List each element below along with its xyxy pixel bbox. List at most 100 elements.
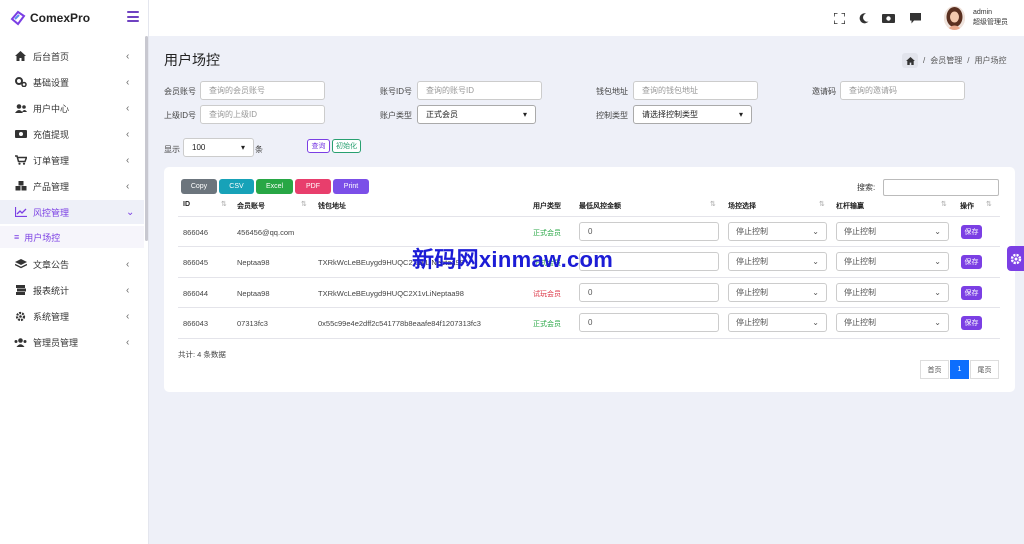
sidebar-item-reports[interactable]: 报表统计 ‹ xyxy=(0,278,144,302)
excel-button[interactable]: Excel xyxy=(256,179,293,194)
sidebar-item-user-center[interactable]: 用户中心 ‹ xyxy=(0,96,144,120)
control-select[interactable]: 停止控制 ⌄ xyxy=(728,252,827,271)
save-button[interactable]: 保存 xyxy=(961,316,982,330)
sidebar-subitem-user-control[interactable]: ≡ 用户场控 xyxy=(0,226,144,248)
column-header-id[interactable]: ID xyxy=(183,201,190,208)
cell-account: 456456@qq.com xyxy=(237,228,295,237)
cogs-icon xyxy=(14,76,27,88)
sidebar-item-products[interactable]: 产品管理 ‹ xyxy=(0,174,144,198)
chevron-down-icon: ⌄ xyxy=(812,227,819,236)
invite-code-input[interactable] xyxy=(840,81,965,100)
column-header-control[interactable]: 场控选择 xyxy=(728,201,756,211)
sidebar-item-system[interactable]: 系统管理 ‹ xyxy=(0,304,144,328)
chevron-down-icon: ⌄ xyxy=(812,318,819,327)
parent-id-input[interactable] xyxy=(200,105,325,124)
csv-button[interactable]: CSV xyxy=(219,179,254,194)
column-header-account[interactable]: 会员账号 xyxy=(237,201,265,211)
column-header-user-type[interactable]: 用户类型 xyxy=(533,201,561,211)
money-icon[interactable] xyxy=(882,12,895,24)
sidebar-item-label: 用户中心 xyxy=(33,103,70,114)
account-type-select[interactable]: 正式会员 ▾ xyxy=(417,105,536,124)
pager-current[interactable]: 1 xyxy=(950,360,969,379)
app-logo[interactable]: ComexPro xyxy=(10,9,90,27)
control-select[interactable]: 停止控制 ⌄ xyxy=(728,283,827,302)
avatar[interactable] xyxy=(944,6,965,30)
sidebar-item-risk-control[interactable]: 风控管理 ⌄ xyxy=(0,200,144,224)
table-search-input[interactable] xyxy=(883,179,999,196)
sidebar-item-label: 报表统计 xyxy=(33,285,70,296)
copy-button[interactable]: Copy xyxy=(181,179,217,194)
settings-float-button[interactable] xyxy=(1007,246,1024,271)
sidebar-item-basic-settings[interactable]: 基础设置 ‹ xyxy=(0,70,144,94)
column-header-min-amount[interactable]: 最低风控金额 xyxy=(579,201,621,211)
chevron-left-icon: ‹ xyxy=(126,154,130,166)
query-button[interactable]: 查询 xyxy=(307,139,330,153)
sort-icon[interactable]: ⇅ xyxy=(221,200,227,208)
dark-mode-icon[interactable] xyxy=(857,12,870,24)
save-button[interactable]: 保存 xyxy=(961,225,982,239)
control-type-select[interactable]: 请选择控制类型 ▾ xyxy=(633,105,752,124)
message-icon[interactable] xyxy=(909,12,922,24)
breadcrumb-separator: / xyxy=(967,56,970,65)
sidebar-item-label: 系统管理 xyxy=(33,311,70,322)
leverage-select[interactable]: 停止控制 ⌄ xyxy=(836,222,949,241)
control-type-value: 请选择控制类型 xyxy=(642,110,698,119)
min-amount-input[interactable]: 0 xyxy=(579,222,719,241)
chevron-left-icon: ‹ xyxy=(126,180,130,192)
column-header-wallet[interactable]: 钱包地址 xyxy=(318,201,346,211)
home-icon xyxy=(14,50,27,62)
account-id-input[interactable] xyxy=(417,81,542,100)
chevron-down-icon: ⌄ xyxy=(812,288,819,297)
sidebar-item-orders[interactable]: 订单管理 ‹ xyxy=(0,148,144,172)
page-size-value: 100 xyxy=(192,143,206,152)
sort-icon[interactable]: ⇅ xyxy=(710,200,716,208)
cell-user-type: 试玩会员 xyxy=(533,291,561,298)
cell-id: 866043 xyxy=(183,319,209,328)
user-group-icon xyxy=(14,336,27,348)
sort-icon[interactable]: ⇅ xyxy=(986,200,992,208)
fullscreen-icon[interactable] xyxy=(833,12,846,24)
sidebar-scrollbar[interactable] xyxy=(145,36,148,241)
chevron-down-icon: ⌄ xyxy=(934,227,941,236)
parent-id-label: 上级ID号 xyxy=(164,111,196,120)
watermark: 新码网xinmaw.com xyxy=(412,247,614,272)
cell-account: Neptaa98 xyxy=(237,289,270,298)
leverage-select[interactable]: 停止控制 ⌄ xyxy=(836,313,949,332)
home-icon[interactable] xyxy=(902,53,918,68)
show-unit: 条 xyxy=(255,145,263,154)
sidebar-item-articles[interactable]: 文章公告 ‹ xyxy=(0,252,144,276)
column-header-leverage[interactable]: 杠杆输赢 xyxy=(836,201,864,211)
member-account-label: 会员账号 xyxy=(164,87,196,96)
sidebar-item-admins[interactable]: 管理员管理 ‹ xyxy=(0,330,144,354)
leverage-select[interactable]: 停止控制 ⌄ xyxy=(836,283,949,302)
breadcrumb-item[interactable]: 会员管理 xyxy=(930,55,962,66)
sort-icon[interactable]: ⇅ xyxy=(941,200,947,208)
pager-first[interactable]: 首页 xyxy=(920,360,949,379)
member-account-input[interactable] xyxy=(200,81,325,100)
min-amount-input[interactable]: 0 xyxy=(579,313,719,332)
pager-last[interactable]: 尾页 xyxy=(970,360,999,379)
min-amount-input[interactable]: 0 xyxy=(579,283,719,302)
print-button[interactable]: Print xyxy=(333,179,369,194)
list-icon: ≡ xyxy=(14,232,20,242)
control-select[interactable]: 停止控制 ⌄ xyxy=(728,222,827,241)
wallet-input[interactable] xyxy=(633,81,758,100)
chevron-down-icon: ⌄ xyxy=(126,206,135,218)
sidebar-item-label: 文章公告 xyxy=(33,259,70,270)
column-header-action[interactable]: 操作 xyxy=(960,201,974,211)
sidebar-item-home[interactable]: 后台首页 ‹ xyxy=(0,44,144,68)
sort-icon[interactable]: ⇅ xyxy=(301,200,307,208)
sidebar-item-recharge[interactable]: 充值提现 ‹ xyxy=(0,122,144,146)
page-size-select[interactable]: 100 ▾ xyxy=(183,138,254,157)
leverage-select[interactable]: 停止控制 ⌄ xyxy=(836,252,949,271)
menu-toggle-icon[interactable] xyxy=(127,11,139,22)
save-button[interactable]: 保存 xyxy=(961,286,982,300)
table-search-label: 搜索: xyxy=(857,183,876,192)
user-info[interactable]: admin 超级管理员 xyxy=(973,8,1008,28)
control-select[interactable]: 停止控制 ⌄ xyxy=(728,313,827,332)
sort-icon[interactable]: ⇅ xyxy=(819,200,825,208)
reset-button[interactable]: 初始化 xyxy=(332,139,361,153)
leverage-value: 停止控制 xyxy=(844,227,876,236)
save-button[interactable]: 保存 xyxy=(961,255,982,269)
pdf-button[interactable]: PDF xyxy=(295,179,331,194)
